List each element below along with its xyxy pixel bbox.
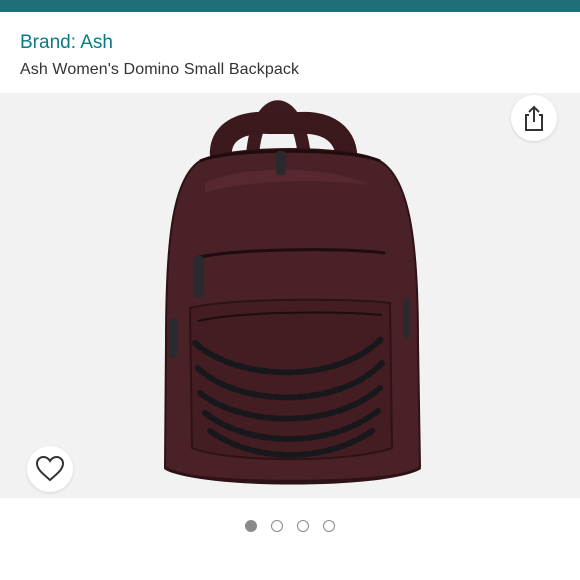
share-icon <box>525 105 543 131</box>
share-button[interactable] <box>511 95 557 141</box>
carousel-dot[interactable] <box>271 520 283 532</box>
carousel-dot[interactable] <box>323 520 335 532</box>
brand-link[interactable]: Brand: Ash <box>20 32 113 54</box>
product-image <box>163 100 422 485</box>
wishlist-button[interactable] <box>27 446 73 492</box>
carousel-dots <box>0 520 580 534</box>
product-title: Ash Women's Domino Small Backpack <box>20 61 300 78</box>
carousel-dot[interactable] <box>245 520 257 532</box>
carousel-dot[interactable] <box>297 520 309 532</box>
heart-outline-icon <box>35 455 65 482</box>
top-accent-bar <box>0 0 580 12</box>
product-image-area[interactable] <box>0 93 580 498</box>
